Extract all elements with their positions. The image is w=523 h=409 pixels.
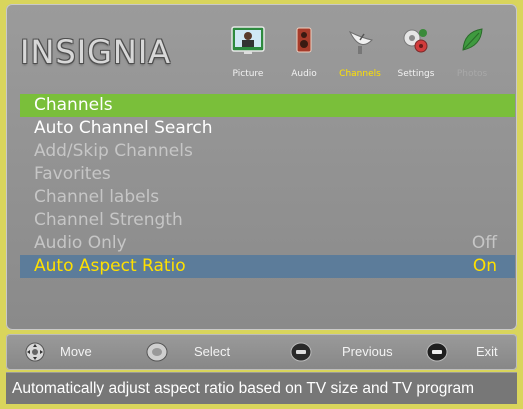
channels-menu: Channels Auto Channel Search Add/Skip Ch… xyxy=(20,94,515,304)
help-text: Automatically adjust aspect ratio based … xyxy=(12,380,475,397)
insignia-logo: INSIGNIA xyxy=(20,33,172,71)
legend-previous-label: Previous xyxy=(342,344,393,359)
speaker-icon xyxy=(296,27,312,53)
legend-move: Move xyxy=(24,334,114,370)
tab-photos[interactable]: Photos xyxy=(442,22,502,86)
osd-menu-panel: INSIGNIA Picture Audio Channels Settings… xyxy=(6,4,517,330)
menu-item-label: Favorites xyxy=(34,164,111,184)
dpad-icon xyxy=(25,342,45,362)
legend-select: Select xyxy=(146,334,256,370)
satellite-dish-icon xyxy=(348,30,374,54)
tab-audio-label: Audio xyxy=(291,69,317,79)
leaf-icon xyxy=(462,28,483,51)
gears-icon xyxy=(403,29,428,53)
legend-previous: Previous xyxy=(290,334,420,370)
remote-button-legend: Move Select Previous Exit xyxy=(6,334,517,370)
menu-item-channel-strength: Channel Strength xyxy=(20,209,515,232)
tab-picture[interactable]: Picture xyxy=(218,22,278,86)
menu-header: INSIGNIA Picture Audio Channels Settings… xyxy=(6,4,517,88)
menu-item-auto-channel-search[interactable]: Auto Channel Search xyxy=(20,117,515,140)
menu-item-label: Audio Only xyxy=(34,233,127,253)
menu-item-audio-only: Audio Only Off xyxy=(20,232,515,255)
menu-item-label: Auto Channel Search xyxy=(34,118,213,138)
menu-item-label: Add/Skip Channels xyxy=(34,141,193,161)
menu-title: Channels xyxy=(20,94,515,117)
tab-photos-label: Photos xyxy=(456,69,488,79)
tab-audio[interactable]: Audio xyxy=(274,22,334,86)
exit-button-icon xyxy=(426,342,448,362)
menu-item-channel-labels: Channel labels xyxy=(20,186,515,209)
menu-title-label: Channels xyxy=(34,95,113,115)
legend-move-label: Move xyxy=(60,344,92,359)
menu-item-value: Off xyxy=(471,233,497,253)
menu-item-add-skip-channels: Add/Skip Channels xyxy=(20,140,515,163)
legend-select-label: Select xyxy=(194,344,231,359)
menu-item-favorites: Favorites xyxy=(20,163,515,186)
legend-exit: Exit xyxy=(426,334,516,370)
tab-settings-label: Settings xyxy=(397,69,435,79)
tab-settings[interactable]: Settings xyxy=(386,22,446,86)
enter-button-icon xyxy=(146,342,168,362)
help-bar: Automatically adjust aspect ratio based … xyxy=(6,372,517,404)
legend-exit-label: Exit xyxy=(476,344,498,359)
menu-button-icon xyxy=(290,342,312,362)
menu-item-label: Channel labels xyxy=(34,187,160,207)
menu-item-value: On xyxy=(472,256,497,276)
tab-channels-label: Channels xyxy=(339,69,381,79)
tab-picture-label: Picture xyxy=(232,69,264,79)
tv-picture-icon xyxy=(231,26,265,54)
tab-channels[interactable]: Channels xyxy=(330,22,390,86)
menu-item-auto-aspect-ratio[interactable]: Auto Aspect Ratio On xyxy=(20,255,515,278)
menu-item-label: Channel Strength xyxy=(34,210,183,230)
menu-item-label: Auto Aspect Ratio xyxy=(34,256,186,276)
